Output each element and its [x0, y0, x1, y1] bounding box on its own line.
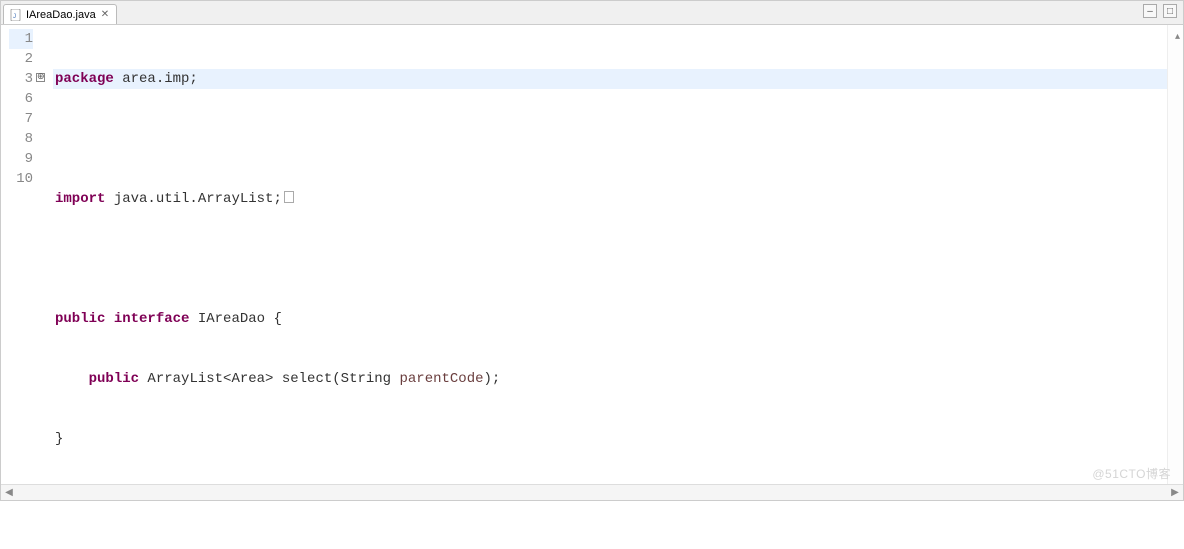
- line-number: 6: [9, 89, 33, 109]
- line-number: 9: [9, 149, 33, 169]
- line-number-gutter: 1 2 3⊕ 6 7 8 9 10: [9, 25, 39, 484]
- close-icon[interactable]: ✕: [100, 9, 110, 20]
- line-number: 8: [9, 129, 33, 149]
- code-line: public interface IAreaDao {: [53, 309, 1167, 329]
- code-line: [53, 249, 1167, 269]
- line-number: 2: [9, 49, 33, 69]
- line-number: 3⊕: [9, 69, 33, 89]
- code-line: public ArrayList<Area> select(String par…: [53, 369, 1167, 389]
- line-number: 7: [9, 109, 33, 129]
- scroll-right-icon[interactable]: ▶: [1167, 487, 1183, 498]
- code-line: }: [53, 429, 1167, 449]
- tab-bar: J IAreaDao.java ✕ – □: [1, 1, 1183, 25]
- tab-filename: IAreaDao.java: [26, 9, 96, 21]
- code-line: [53, 129, 1167, 149]
- ruler-caret-icon: ▴: [1175, 31, 1180, 42]
- minimize-button[interactable]: –: [1143, 4, 1157, 18]
- code-line: [53, 489, 1167, 509]
- line-number: 1: [9, 29, 33, 49]
- left-margin: [1, 25, 9, 484]
- fold-column: [39, 25, 53, 484]
- scroll-left-icon[interactable]: ◀: [1, 487, 17, 498]
- svg-text:J: J: [13, 14, 16, 20]
- code-line: package area.imp;: [53, 69, 1167, 89]
- editor: 1 2 3⊕ 6 7 8 9 10 package area.imp; impo…: [1, 25, 1183, 484]
- folded-region-icon[interactable]: [284, 191, 294, 203]
- java-file-icon: J: [10, 9, 22, 21]
- code-area[interactable]: package area.imp; import java.util.Array…: [53, 25, 1167, 484]
- fold-expand-icon[interactable]: ⊕: [36, 73, 45, 82]
- maximize-button[interactable]: □: [1163, 4, 1177, 18]
- code-line: import java.util.ArrayList;: [53, 189, 1167, 209]
- line-number: 10: [9, 169, 33, 189]
- editor-tab[interactable]: J IAreaDao.java ✕: [3, 4, 117, 24]
- overview-ruler[interactable]: ▴: [1167, 25, 1183, 484]
- watermark: @51CTO博客: [1092, 465, 1171, 482]
- window-controls: – □: [1143, 4, 1177, 18]
